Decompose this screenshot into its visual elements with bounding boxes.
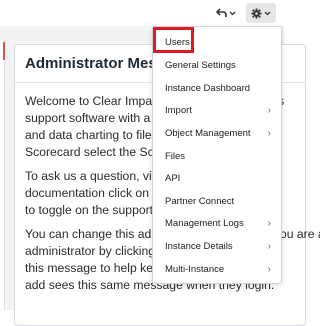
menu-item-partner-connect[interactable]: Partner Connect — [153, 190, 281, 212]
settings-dropdown-menu: Users General Settings Instance Dashboar… — [152, 26, 282, 284]
settings-menu-button[interactable] — [246, 3, 276, 23]
chevron-right-icon: › — [267, 104, 271, 116]
menu-item-label: Multi-Instance — [165, 263, 225, 275]
menu-item-label: Management Logs — [165, 217, 244, 229]
menu-item-instance-details[interactable]: Instance Details › — [153, 235, 281, 257]
chevron-right-icon: › — [267, 127, 271, 139]
menu-item-object-management[interactable]: Object Management › — [153, 122, 281, 144]
chevron-down-icon — [229, 11, 236, 16]
menu-item-management-logs[interactable]: Management Logs › — [153, 212, 281, 234]
menu-item-label: Files — [165, 150, 186, 162]
menu-item-files[interactable]: Files — [153, 145, 281, 167]
menu-item-import[interactable]: Import › — [153, 99, 281, 121]
menu-item-label: Instance Details — [165, 240, 233, 252]
left-panel-accent — [3, 42, 5, 60]
menu-item-label: Users — [165, 36, 190, 48]
menu-item-label: API — [165, 172, 181, 184]
chevron-right-icon: › — [267, 263, 271, 275]
menu-item-api[interactable]: API — [153, 167, 281, 189]
menu-item-label: Partner Connect — [165, 195, 235, 207]
top-toolbar — [0, 0, 284, 26]
chevron-down-icon — [264, 11, 271, 16]
menu-item-instance-dashboard[interactable]: Instance Dashboard — [153, 77, 281, 99]
menu-item-general-settings[interactable]: General Settings — [153, 54, 281, 76]
menu-item-label: General Settings — [165, 59, 236, 71]
left-panel-edge — [0, 40, 5, 310]
menu-item-label: Instance Dashboard — [165, 82, 251, 94]
gear-icon — [251, 7, 262, 19]
menu-item-users[interactable]: Users — [153, 31, 281, 53]
menu-item-label: Import — [165, 104, 192, 116]
chevron-right-icon: › — [267, 217, 271, 229]
chevron-right-icon: › — [267, 240, 271, 252]
undo-icon — [216, 8, 227, 18]
menu-item-label: Object Management — [165, 127, 251, 139]
undo-menu-button[interactable] — [212, 3, 240, 23]
menu-item-multi-instance[interactable]: Multi-Instance › — [153, 258, 281, 280]
